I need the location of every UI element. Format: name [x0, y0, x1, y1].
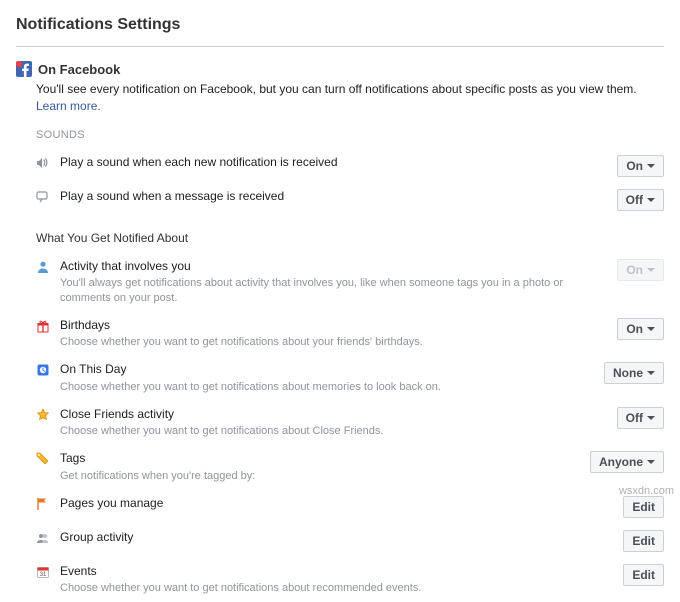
- pages-edit-button[interactable]: Edit: [623, 496, 664, 518]
- row-label: Events: [60, 564, 613, 580]
- on-this-day-toggle[interactable]: None: [604, 362, 664, 384]
- chevron-down-icon: [647, 371, 655, 375]
- row-label: Close Friends activity: [60, 407, 607, 423]
- row-sub: Choose whether you want to get notificat…: [60, 335, 607, 350]
- row-birthdays: Birthdays Choose whether you want to get…: [36, 312, 664, 356]
- section-header: On Facebook: [16, 61, 664, 77]
- clock-icon: [36, 363, 52, 380]
- button-label: On: [626, 159, 643, 173]
- chevron-down-icon: [647, 416, 655, 420]
- chevron-down-icon: [647, 164, 655, 168]
- button-label: Off: [626, 411, 643, 425]
- row-label: Activity that involves you: [60, 259, 607, 275]
- sounds-heading: SOUNDS: [36, 129, 664, 141]
- row-close-friends: Close Friends activity Choose whether yo…: [36, 401, 664, 445]
- sound-label: Play a sound when a message is received: [60, 189, 607, 205]
- button-label: Edit: [632, 568, 655, 582]
- star-icon: [36, 408, 52, 425]
- learn-more-link[interactable]: Learn more.: [36, 99, 101, 113]
- close-friends-toggle[interactable]: Off: [617, 407, 664, 429]
- row-label: Tags: [60, 451, 580, 467]
- button-label: Anyone: [599, 455, 643, 469]
- section-title: On Facebook: [38, 62, 120, 77]
- tags-toggle[interactable]: Anyone: [590, 451, 664, 473]
- group-edit-button[interactable]: Edit: [623, 530, 664, 552]
- sound-notification-toggle[interactable]: On: [617, 155, 664, 177]
- notified-heading: What You Get Notified About: [36, 231, 664, 245]
- page-title: Notifications Settings: [16, 0, 664, 46]
- row-sub: Choose whether you want to get notificat…: [60, 581, 613, 596]
- speaker-icon: [36, 156, 52, 173]
- tag-icon: [36, 452, 52, 469]
- facebook-icon: [16, 61, 32, 77]
- gift-icon: [36, 319, 52, 336]
- row-sub: Choose whether you want to get notificat…: [60, 424, 607, 439]
- row-activity-involves-you: Activity that involves you You'll always…: [36, 253, 664, 312]
- row-pages-you-manage: Pages you manage Edit: [36, 490, 664, 524]
- row-sub: Get notifications when you're tagged by:: [60, 469, 580, 484]
- row-events: 31 Events Choose whether you want to get…: [36, 558, 664, 602]
- sound-message-toggle[interactable]: Off: [617, 189, 664, 211]
- divider: [16, 46, 664, 47]
- button-label: Edit: [632, 534, 655, 548]
- birthdays-toggle[interactable]: On: [617, 318, 664, 340]
- row-label: Birthdays: [60, 318, 607, 334]
- chevron-down-icon: [647, 268, 655, 272]
- calendar-icon: 31: [36, 565, 52, 582]
- events-edit-button[interactable]: Edit: [623, 564, 664, 586]
- row-label: Group activity: [60, 530, 613, 546]
- activity-toggle: On: [617, 259, 664, 281]
- row-tags: Tags Get notifications when you're tagge…: [36, 445, 664, 489]
- button-label: On: [626, 322, 643, 336]
- button-label: On: [626, 263, 643, 277]
- row-on-this-day: On This Day Choose whether you want to g…: [36, 356, 664, 400]
- button-label: Off: [626, 193, 643, 207]
- row-label: On This Day: [60, 362, 594, 378]
- section-description-text: You'll see every notification on Faceboo…: [36, 82, 637, 96]
- row-sub: Choose whether you want to get notificat…: [60, 380, 594, 395]
- button-label: Edit: [632, 500, 655, 514]
- button-label: None: [613, 366, 643, 380]
- group-icon: [36, 531, 52, 548]
- chevron-down-icon: [647, 460, 655, 464]
- person-icon: [36, 260, 52, 277]
- message-sound-icon: [36, 190, 52, 207]
- sound-row-message: Play a sound when a message is received …: [36, 183, 664, 217]
- sound-label: Play a sound when each new notification …: [60, 155, 607, 171]
- row-group-activity: Group activity Edit: [36, 524, 664, 558]
- row-label: Pages you manage: [60, 496, 613, 512]
- row-sub: You'll always get notifications about ac…: [60, 276, 607, 306]
- sound-row-notification: Play a sound when each new notification …: [36, 149, 664, 183]
- chevron-down-icon: [647, 198, 655, 202]
- chevron-down-icon: [647, 327, 655, 331]
- svg-text:31: 31: [40, 572, 47, 578]
- section-description: You'll see every notification on Faceboo…: [36, 81, 664, 115]
- flag-icon: [36, 497, 52, 514]
